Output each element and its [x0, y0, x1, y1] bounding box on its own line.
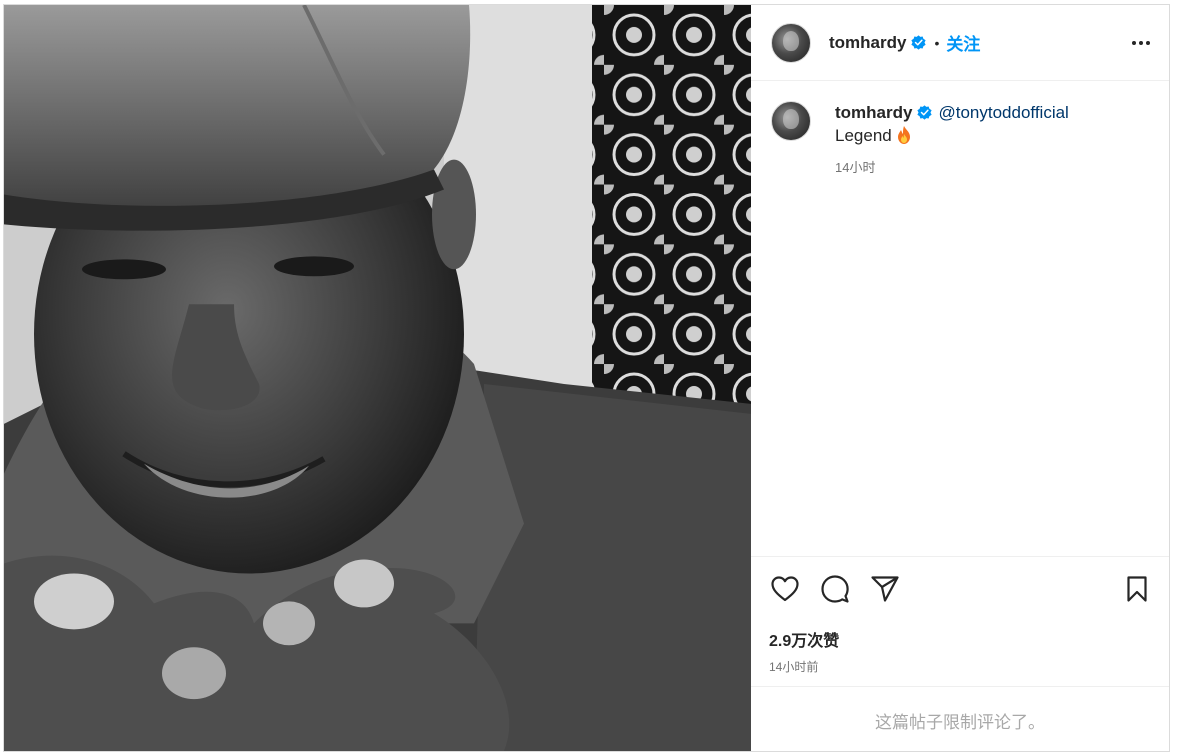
caption-timestamp[interactable]: 14小时 [835, 157, 1069, 176]
bookmark-icon[interactable] [1121, 573, 1153, 605]
avatar[interactable] [771, 22, 811, 63]
action-bar: 2.9万次赞 14小时前 [751, 556, 1169, 675]
mention-link[interactable]: @tonytoddofficial [938, 103, 1068, 122]
caption-avatar[interactable] [771, 101, 811, 141]
caption-first-line: tomhardy @tonytoddofficial [835, 101, 1069, 124]
post-photo-illustration [4, 5, 751, 751]
like-count[interactable]: 2.9万次赞 [769, 627, 1153, 651]
separator-dot: • [934, 34, 940, 51]
verified-badge-icon [911, 35, 927, 50]
post-image[interactable] [4, 5, 751, 751]
verified-badge-icon [917, 105, 933, 120]
post-container: tomhardy • 关注 tomhardy @tonytoddofficial [3, 4, 1170, 752]
header-username[interactable]: tomhardy [829, 33, 906, 53]
comments-limited-notice: 这篇帖子限制评论了。 [751, 686, 1169, 754]
follow-button[interactable]: 关注 [946, 30, 980, 55]
action-icons [769, 573, 1153, 605]
caption-username[interactable]: tomhardy [835, 103, 912, 122]
post-sidebar: tomhardy • 关注 tomhardy @tonytoddofficial [751, 5, 1169, 751]
caption-body: tomhardy @tonytoddofficial Legend 14小时 [835, 101, 1069, 176]
caption-text-line: Legend [835, 124, 1069, 147]
comment-icon[interactable] [819, 573, 851, 605]
post-header: tomhardy • 关注 [751, 5, 1169, 81]
heart-icon[interactable] [769, 573, 801, 605]
more-options-icon[interactable] [1129, 31, 1153, 55]
share-icon[interactable] [869, 573, 901, 605]
post-timestamp[interactable]: 14小时前 [769, 658, 1153, 675]
comments-limited-text: 这篇帖子限制评论了。 [875, 713, 1045, 732]
caption-text: Legend [835, 126, 892, 145]
caption: tomhardy @tonytoddofficial Legend 14小时 [751, 81, 1169, 176]
fire-emoji-icon [897, 126, 910, 144]
